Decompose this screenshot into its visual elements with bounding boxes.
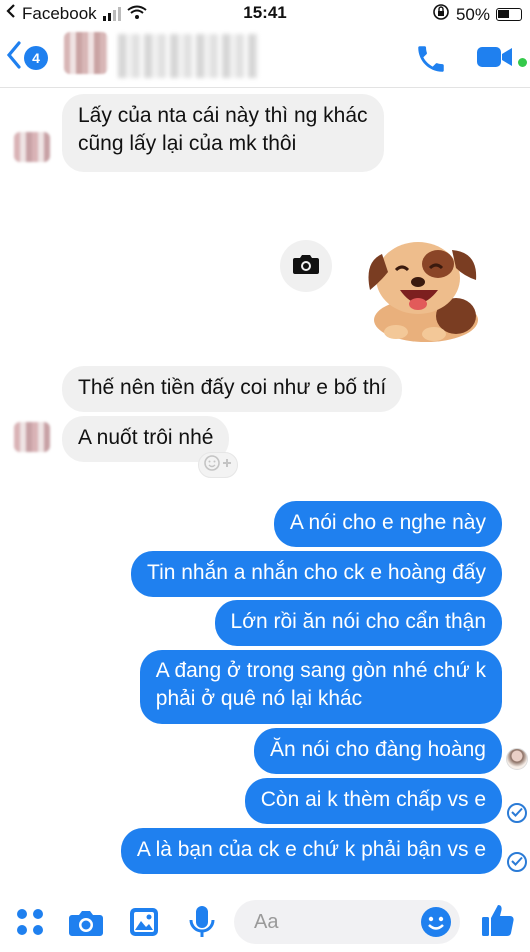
add-reaction-button[interactable] bbox=[198, 452, 238, 478]
outgoing-message[interactable]: A là bạn của ck e chứ k phải bận vs e bbox=[120, 828, 502, 874]
incoming-message[interactable]: Thế nên tiền đấy coi như e bố thí bbox=[62, 366, 403, 412]
camera-icon bbox=[292, 252, 320, 281]
outgoing-message[interactable]: Ăn nói cho đàng hoàng bbox=[253, 728, 502, 774]
status-right: 50% bbox=[432, 3, 522, 26]
message-text: Tin nhắn a nhắn cho ck e hoàng đấy bbox=[147, 561, 486, 584]
message-line: A đang ở trong sang gòn nhé chứ k bbox=[155, 659, 486, 682]
outgoing-message[interactable]: A nói cho e nghe này bbox=[273, 501, 502, 547]
incoming-message[interactable]: Lấy của nta cái này thì ng khác cũng lấy… bbox=[62, 94, 384, 172]
message-text: A nói cho e nghe này bbox=[289, 511, 486, 534]
voice-record-button[interactable] bbox=[188, 904, 216, 945]
emoji-button[interactable] bbox=[420, 906, 452, 943]
share-camera-button[interactable] bbox=[280, 240, 332, 292]
check-circle-icon bbox=[511, 853, 523, 871]
battery-percent: 50% bbox=[455, 4, 490, 24]
delivered-indicator bbox=[507, 803, 527, 823]
photo-icon bbox=[128, 908, 160, 942]
outgoing-message[interactable]: Tin nhắn a nhắn cho ck e hoàng đấy bbox=[131, 551, 502, 597]
back-button[interactable]: 4 bbox=[6, 40, 48, 75]
unread-count-badge: 4 bbox=[24, 45, 48, 70]
message-line: phải ở quê nó lại khác bbox=[155, 687, 363, 710]
contact-name-blurred[interactable] bbox=[118, 34, 258, 78]
thumbs-up-icon bbox=[480, 905, 516, 942]
message-input-placeholder: Aa bbox=[254, 911, 279, 933]
check-circle-icon bbox=[511, 804, 523, 822]
seen-by-avatar bbox=[506, 748, 528, 770]
rotation-lock-icon bbox=[432, 3, 450, 26]
dog-sticker[interactable] bbox=[360, 232, 484, 344]
message-text: A nuốt trôi nhé bbox=[78, 426, 214, 449]
microphone-icon bbox=[188, 906, 216, 944]
online-status-dot bbox=[518, 58, 527, 67]
message-line: cũng lấy lại của mk thôi bbox=[78, 132, 297, 155]
like-button[interactable] bbox=[480, 902, 516, 943]
message-text: Còn ai k thèm chấp vs e bbox=[260, 788, 486, 811]
sender-avatar bbox=[14, 132, 50, 162]
composer-bar: Aa bbox=[0, 890, 530, 952]
gallery-button[interactable] bbox=[128, 906, 160, 943]
message-text: A là bạn của ck e chứ k phải bận vs e bbox=[136, 838, 486, 861]
sender-avatar bbox=[14, 422, 50, 452]
video-camera-icon bbox=[476, 47, 514, 74]
battery-icon bbox=[496, 8, 522, 21]
more-apps-button[interactable] bbox=[16, 908, 44, 941]
delivered-indicator bbox=[507, 852, 527, 872]
message-input[interactable]: Aa bbox=[234, 900, 460, 944]
phone-icon bbox=[414, 46, 448, 80]
message-text: Ăn nói cho đàng hoàng bbox=[269, 738, 486, 761]
outgoing-message[interactable]: A đang ở trong sang gòn nhé chứ k phải ở… bbox=[139, 650, 502, 724]
conversation-header: 4 bbox=[0, 26, 530, 88]
message-text: Lớn rồi ăn nói cho cẩn thận bbox=[230, 610, 486, 633]
outgoing-message[interactable]: Còn ai k thèm chấp vs e bbox=[244, 778, 502, 824]
add-reaction-icon bbox=[203, 454, 233, 477]
back-chevron-icon bbox=[6, 40, 22, 75]
video-call-button[interactable] bbox=[476, 44, 514, 75]
contact-avatar[interactable] bbox=[64, 32, 108, 74]
emoji-icon bbox=[420, 907, 452, 942]
outgoing-message[interactable]: Lớn rồi ăn nói cho cẩn thận bbox=[214, 600, 502, 646]
message-text: Thế nên tiền đấy coi như e bố thí bbox=[78, 376, 387, 399]
camera-button[interactable] bbox=[68, 908, 104, 943]
message-line: Lấy của nta cái này thì ng khác bbox=[78, 104, 368, 127]
more-apps-icon bbox=[16, 909, 44, 940]
camera-icon bbox=[68, 911, 104, 942]
voice-call-button[interactable] bbox=[414, 42, 448, 81]
status-bar: Facebook 15:41 50% bbox=[0, 0, 530, 26]
